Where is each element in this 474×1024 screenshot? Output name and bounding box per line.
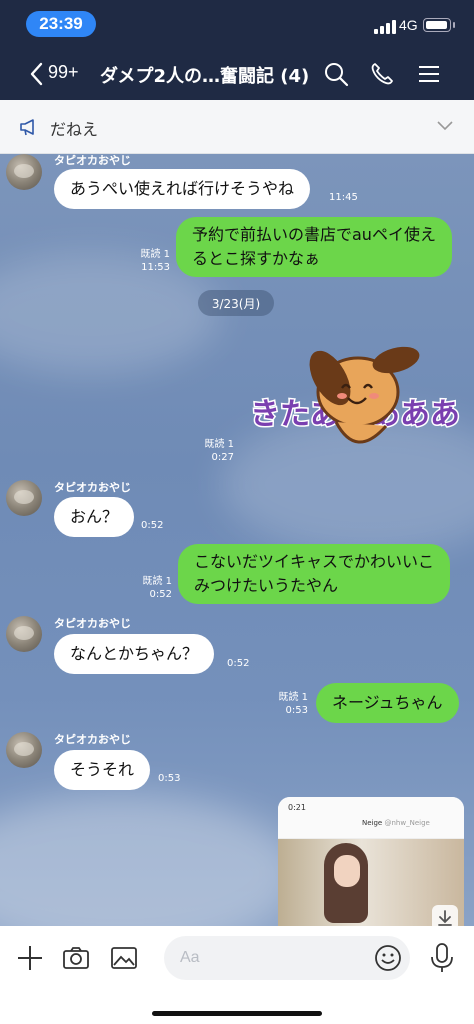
back-chevron-icon[interactable] xyxy=(26,60,48,88)
message-bubble[interactable]: なんとかちゃん？ xyxy=(54,634,215,674)
message-bubble[interactable]: 予約で前払いの書店でauペイ使え るとこ探すかなぁ xyxy=(176,217,452,277)
read-receipt: 既読 1 xyxy=(140,249,170,260)
home-indicator xyxy=(152,1011,322,1016)
media-header: 0:21 Neige @nhw_Neige xyxy=(278,797,464,839)
network-type: 4G xyxy=(399,17,418,33)
chat-title: ダメプ2人の…奮闘記 (4) xyxy=(100,66,310,87)
read-receipt: 既読 1 xyxy=(142,576,172,587)
message-time: 0:52 xyxy=(227,658,250,669)
message-bubble[interactable]: ネージュちゃん xyxy=(316,683,459,723)
sender-name: タピオカおやじ xyxy=(54,481,131,494)
unread-count[interactable]: 99+ xyxy=(48,62,79,83)
message-time: 0:53 xyxy=(158,773,181,784)
chat-area[interactable]: タピオカおやじ あうぺい使えれば行けそうやね 11:45 既読 1 11:53 … xyxy=(0,154,474,926)
microphone-icon[interactable] xyxy=(428,942,456,974)
media-time: 0:21 xyxy=(288,803,306,812)
sender-name: タピオカおやじ xyxy=(54,617,131,630)
message-time: 0:27 xyxy=(211,452,234,463)
battery-icon xyxy=(423,18,455,32)
avatar[interactable] xyxy=(6,616,42,652)
video-thumbnail[interactable]: 0:21 Neige @nhw_Neige xyxy=(278,797,464,926)
message-time: 0:53 xyxy=(285,705,308,716)
sticker-image[interactable]: きたあああああ xyxy=(246,330,466,460)
camera-icon[interactable] xyxy=(62,944,90,972)
message-time: 0:52 xyxy=(149,589,172,600)
status-bar: 23:39 4G xyxy=(0,0,474,48)
sender-name: タピオカおやじ xyxy=(54,733,131,746)
read-receipt: 既読 1 xyxy=(204,439,234,450)
status-time: 23:39 xyxy=(26,11,96,37)
media-name: Neige @nhw_Neige xyxy=(362,819,430,827)
message-bubble[interactable]: あうぺい使えれば行けそうやね xyxy=(54,169,311,209)
announcement-text: だねえ xyxy=(50,120,99,139)
search-icon[interactable] xyxy=(322,60,350,88)
chevron-down-icon[interactable] xyxy=(436,120,454,132)
signal-icon xyxy=(374,20,396,34)
menu-icon[interactable] xyxy=(415,60,443,88)
emoji-icon[interactable] xyxy=(374,944,402,972)
date-divider: 3/23(月) xyxy=(198,290,274,316)
message-line: るとこ探すかなぁ xyxy=(192,249,321,268)
message-bubble[interactable]: そうそれ xyxy=(54,750,151,790)
message-input-bar xyxy=(0,926,474,1024)
download-icon[interactable] xyxy=(432,905,458,926)
message-line: みつけたいうたやん xyxy=(194,576,339,595)
message-line: こないだツイキャスでかわいいこ xyxy=(194,552,435,571)
image-icon[interactable] xyxy=(110,944,138,972)
read-receipt: 既読 1 xyxy=(278,692,308,703)
avatar[interactable] xyxy=(6,154,42,190)
avatar[interactable] xyxy=(6,480,42,516)
message-time: 11:53 xyxy=(141,262,170,273)
chat-header: 99+ ダメプ2人の…奮闘記 (4) xyxy=(0,48,474,100)
sender-name: タピオカおやじ xyxy=(54,154,131,167)
message-time: 0:52 xyxy=(141,520,164,531)
message-time: 11:45 xyxy=(329,192,358,203)
message-bubble[interactable]: おん？ xyxy=(54,497,135,537)
phone-icon[interactable] xyxy=(368,60,396,88)
announcement-bar[interactable]: だねえ xyxy=(0,100,474,154)
plus-icon[interactable] xyxy=(16,944,44,972)
message-line: 予約で前払いの書店でauペイ使え xyxy=(192,225,436,244)
megaphone-icon xyxy=(20,119,34,136)
avatar[interactable] xyxy=(6,732,42,768)
message-bubble[interactable]: こないだツイキャスでかわいいこ みつけたいうたやん xyxy=(178,544,451,604)
